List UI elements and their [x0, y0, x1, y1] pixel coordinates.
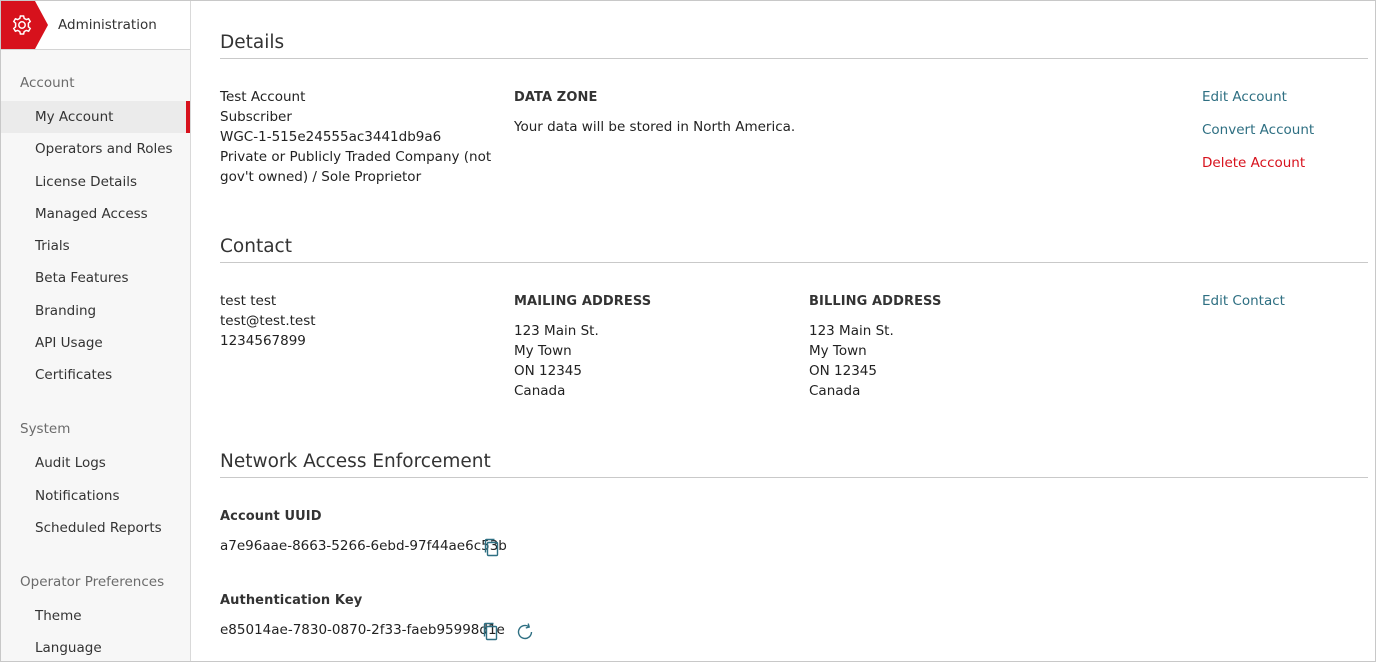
copy-icon[interactable]: [480, 621, 502, 643]
gear-icon: [1, 1, 51, 49]
billing-address-label: BILLING ADDRESS: [809, 294, 942, 309]
billing-town: My Town: [809, 343, 867, 359]
data-zone-label: DATA ZONE: [514, 90, 598, 105]
edit-account-link[interactable]: Edit Account: [1202, 89, 1287, 105]
billing-street: 123 Main St.: [809, 323, 894, 339]
sidebar-item-audit-logs[interactable]: Audit Logs: [1, 447, 190, 479]
sidebar-item-license-details[interactable]: License Details: [1, 166, 190, 198]
nav-group-operator-preferences: Operator Preferences: [20, 574, 165, 590]
app-window: Administration Account My Account Operat…: [0, 0, 1376, 662]
copy-icon[interactable]: [481, 537, 503, 559]
sidebar-item-language[interactable]: Language: [1, 632, 190, 661]
account-type: Subscriber: [220, 109, 292, 125]
main-content: Details Test Account Subscriber WGC-1-51…: [220, 1, 1368, 661]
account-name: Test Account: [220, 89, 306, 105]
company-type-line1: Private or Publicly Traded Company (not: [220, 149, 492, 165]
convert-account-link[interactable]: Convert Account: [1202, 122, 1314, 138]
authentication-key-label: Authentication Key: [220, 593, 363, 608]
sidebar-item-theme[interactable]: Theme: [1, 600, 190, 632]
contact-name: test test: [220, 293, 277, 309]
data-zone-text: Your data will be stored in North Americ…: [514, 119, 796, 135]
sidebar-item-certificates[interactable]: Certificates: [1, 359, 190, 391]
delete-account-link[interactable]: Delete Account: [1202, 155, 1305, 171]
mailing-address-label: MAILING ADDRESS: [514, 294, 652, 309]
sidebar-item-branding[interactable]: Branding: [1, 295, 190, 327]
network-section-title: Network Access Enforcement: [220, 451, 1368, 478]
mailing-province-postal: ON 12345: [514, 363, 582, 379]
sidebar-title: Administration: [58, 17, 157, 33]
account-uuid-value: a7e96aae-8663-5266-6ebd-97f44ae6c53b: [220, 538, 507, 554]
company-type-line2: gov't owned) / Sole Proprietor: [220, 169, 422, 185]
sidebar-item-notifications[interactable]: Notifications: [1, 480, 190, 512]
account-id: WGC-1-515e24555ac3441db9a6: [220, 129, 442, 145]
sidebar-header[interactable]: Administration: [1, 1, 190, 50]
sidebar-item-scheduled-reports[interactable]: Scheduled Reports: [1, 512, 190, 544]
account-uuid-label: Account UUID: [220, 509, 322, 524]
contact-email: test@test.test: [220, 313, 316, 329]
nav-group-account: Account: [20, 75, 75, 91]
sidebar: Administration Account My Account Operat…: [1, 1, 191, 661]
sidebar-item-beta-features[interactable]: Beta Features: [1, 262, 190, 294]
billing-country: Canada: [809, 383, 861, 399]
contact-section-title: Contact: [220, 236, 1368, 263]
billing-province-postal: ON 12345: [809, 363, 877, 379]
nav-group-system: System: [20, 421, 71, 437]
mailing-town: My Town: [514, 343, 572, 359]
sidebar-item-my-account[interactable]: My Account: [1, 101, 190, 133]
sidebar-item-operators-and-roles[interactable]: Operators and Roles: [1, 133, 190, 165]
sidebar-item-api-usage[interactable]: API Usage: [1, 327, 190, 359]
sidebar-item-managed-access[interactable]: Managed Access: [1, 198, 190, 230]
contact-phone: 1234567899: [220, 333, 306, 349]
refresh-icon[interactable]: [514, 621, 536, 643]
mailing-country: Canada: [514, 383, 566, 399]
mailing-street: 123 Main St.: [514, 323, 599, 339]
details-section-title: Details: [220, 32, 1368, 59]
sidebar-item-trials[interactable]: Trials: [1, 230, 190, 262]
edit-contact-link[interactable]: Edit Contact: [1202, 293, 1285, 309]
authentication-key-value: e85014ae-7830-0870-2f33-faeb95998d1e: [220, 622, 505, 638]
